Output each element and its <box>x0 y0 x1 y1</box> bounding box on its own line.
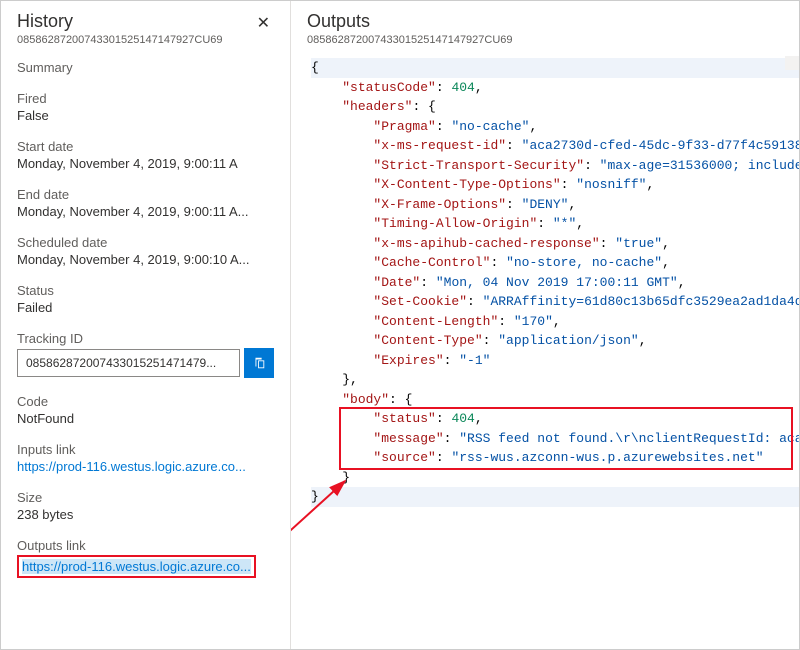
close-icon[interactable]: ✕ <box>253 11 274 35</box>
scheduled-date-value: Monday, November 4, 2019, 9:00:10 A... <box>17 252 274 267</box>
end-date-value: Monday, November 4, 2019, 9:00:11 A... <box>17 204 274 219</box>
outputs-panel: Outputs 08586287200743301525147147927CU6… <box>291 1 799 649</box>
scheduled-date-label: Scheduled date <box>17 235 274 250</box>
outputs-link-label: Outputs link <box>17 538 274 553</box>
start-date-label: Start date <box>17 139 274 154</box>
outputs-title: Outputs <box>307 11 513 32</box>
history-title: History <box>17 11 223 32</box>
body-highlight-box <box>339 407 793 470</box>
status-label: Status <box>17 283 274 298</box>
outputs-link[interactable]: https://prod-116.westus.logic.azure.co..… <box>22 559 251 574</box>
start-date-value: Monday, November 4, 2019, 9:00:11 A <box>17 156 274 171</box>
history-run-id: 08586287200743301525147147927CU69 <box>17 34 223 46</box>
code-label: Code <box>17 394 274 409</box>
json-viewer[interactable]: { "statusCode": 404, "headers": { "Pragm… <box>307 56 799 639</box>
copy-button[interactable] <box>244 348 274 378</box>
inputs-link[interactable]: https://prod-116.westus.logic.azure.co..… <box>17 459 274 474</box>
fired-value: False <box>17 108 274 123</box>
fired-label: Fired <box>17 91 274 106</box>
size-value: 238 bytes <box>17 507 274 522</box>
history-panel: History 08586287200743301525147147927CU6… <box>1 1 291 649</box>
status-value: Failed <box>17 300 274 315</box>
summary-label: Summary <box>17 60 274 75</box>
size-label: Size <box>17 490 274 505</box>
tracking-id-input[interactable]: 085862872007433015251471479... <box>17 349 240 377</box>
inputs-link-label: Inputs link <box>17 442 274 457</box>
tracking-id-label: Tracking ID <box>17 331 274 346</box>
outputs-link-highlight: https://prod-116.westus.logic.azure.co..… <box>17 555 256 578</box>
scrollbar-corner <box>785 56 799 70</box>
outputs-run-id: 08586287200743301525147147927CU69 <box>307 34 513 46</box>
code-value: NotFound <box>17 411 274 426</box>
end-date-label: End date <box>17 187 274 202</box>
copy-icon <box>252 356 266 370</box>
